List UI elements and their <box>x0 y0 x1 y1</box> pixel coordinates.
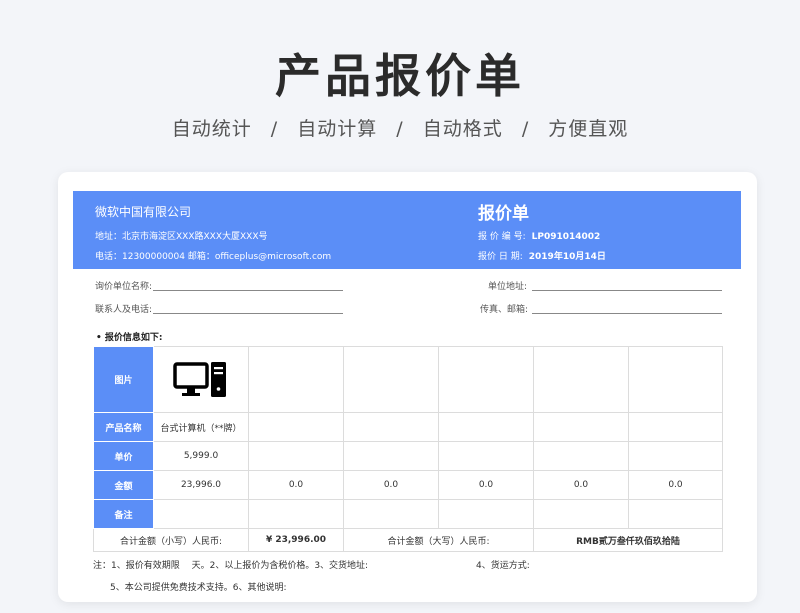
section-label: • 报价信息如下: <box>96 333 163 343</box>
table-cell[interactable] <box>628 499 723 529</box>
table-cell[interactable] <box>438 441 534 471</box>
unit-address-label: 单位地址: <box>488 282 528 292</box>
table-cell[interactable] <box>628 346 723 413</box>
fax-email-label: 传真、邮箱: <box>480 305 529 315</box>
quote-sheet: 微软中国有限公司 地址：北京市海淀区XXX路XXX大厦XXX号 电话：12300… <box>58 172 757 602</box>
contact-phone-label: 联系人及电话: <box>95 305 153 315</box>
quote-number-label: 报 价 编 号: <box>478 232 526 242</box>
table-row: 图片 <box>93 346 723 413</box>
row-label-product: 产品名称 <box>93 412 154 442</box>
amount-cell[interactable]: 0.0 <box>343 470 439 500</box>
table-cell[interactable] <box>343 441 439 471</box>
quote-table: 图片 产品名称 台式计算机（**牌） 单价 5,999.0 金额 23,996.… <box>93 346 723 552</box>
inquiry-unit-field[interactable] <box>153 290 343 291</box>
table-cell[interactable] <box>343 346 439 413</box>
computer-icon <box>153 346 249 413</box>
table-cell[interactable] <box>248 412 344 442</box>
table-row: 单价 5,999.0 <box>93 441 723 471</box>
total-lower-value: ¥ 23,996.00 <box>248 528 344 552</box>
table-cell[interactable] <box>248 441 344 471</box>
unit-price-cell[interactable]: 5,999.0 <box>153 441 249 471</box>
tag-auto-calc: 自动计算 <box>297 118 378 140</box>
tag-separator: / <box>270 118 279 140</box>
total-upper-value: RMB贰万叁仟玖佰玖拾陆 <box>533 528 723 552</box>
quote-number: 报 价 编 号: LP091014002 <box>478 229 600 242</box>
page-title: 产品报价单 <box>275 49 525 103</box>
document-title: 报价单 <box>478 204 529 224</box>
table-cell[interactable] <box>248 346 344 413</box>
total-upper-label: 合计金额（大写）人民币: <box>343 528 534 552</box>
quote-date: 报价 日 期: 2019年10月14日 <box>478 249 606 262</box>
table-cell[interactable] <box>343 499 439 529</box>
table-cell[interactable] <box>438 346 534 413</box>
quote-header-banner: 微软中国有限公司 地址：北京市海淀区XXX路XXX大厦XXX号 电话：12300… <box>73 191 741 269</box>
table-row: 金额 23,996.0 0.0 0.0 0.0 0.0 0.0 <box>93 470 723 500</box>
notes-line-1: 注：1、报价有效期限 天。2、以上报价为含税价格。3、交货地址: <box>93 561 369 571</box>
tag-auto-format: 自动格式 <box>422 118 503 140</box>
notes-line-2: 5、本公司提供免费技术支持。6、其他说明: <box>110 583 287 593</box>
tag-separator: / <box>396 118 404 140</box>
row-label-remark: 备注 <box>93 499 154 529</box>
table-cell[interactable] <box>533 346 629 413</box>
table-cell[interactable] <box>343 412 439 442</box>
amount-cell[interactable]: 0.0 <box>248 470 344 500</box>
tag-separator: / <box>521 118 530 140</box>
product-name-cell[interactable]: 台式计算机（**牌） <box>153 412 249 442</box>
company-name: 微软中国有限公司 <box>95 205 192 219</box>
quote-date-label: 报价 日 期: <box>478 252 523 262</box>
table-cell[interactable] <box>438 499 534 529</box>
row-label-image: 图片 <box>93 346 154 413</box>
inquiry-unit-label: 询价单位名称: <box>95 282 153 292</box>
unit-address-field[interactable] <box>532 290 722 291</box>
table-cell[interactable] <box>628 441 723 471</box>
row-label-price: 单价 <box>93 441 154 471</box>
total-lower-label: 合计金额（小写）人民币: <box>93 528 249 552</box>
company-contact: 电话：12300000004 邮箱：officeplus@microsoft.c… <box>95 252 332 262</box>
amount-cell[interactable]: 0.0 <box>438 470 534 500</box>
table-cell[interactable] <box>628 412 723 442</box>
fax-email-field[interactable] <box>532 313 722 314</box>
company-address: 地址：北京市海淀区XXX路XXX大厦XXX号 <box>95 232 268 242</box>
quote-date-value[interactable]: 2019年10月14日 <box>529 252 606 262</box>
feature-tags: 自动统计 / 自动计算 / 自动格式 / 方便直观 <box>0 114 800 141</box>
amount-cell[interactable]: 23,996.0 <box>153 470 249 500</box>
notes-shipping: 4、货运方式: <box>476 561 530 571</box>
table-cell[interactable] <box>533 441 629 471</box>
row-label-amount: 金额 <box>93 470 154 500</box>
total-row: 合计金额（小写）人民币: ¥ 23,996.00 合计金额（大写）人民币: RM… <box>93 528 723 552</box>
table-row: 备注 <box>93 499 723 529</box>
table-cell[interactable] <box>438 412 534 442</box>
table-cell[interactable] <box>153 499 249 529</box>
table-cell[interactable] <box>533 499 629 529</box>
contact-phone-field[interactable] <box>153 313 343 314</box>
table-cell[interactable] <box>533 412 629 442</box>
quote-number-value[interactable]: LP091014002 <box>532 232 601 242</box>
tag-auto-stats: 自动统计 <box>171 118 252 140</box>
table-cell[interactable] <box>248 499 344 529</box>
tag-intuitive: 方便直观 <box>548 118 629 140</box>
amount-cell[interactable]: 0.0 <box>628 470 723 500</box>
table-row: 产品名称 台式计算机（**牌） <box>93 412 723 442</box>
amount-cell[interactable]: 0.0 <box>533 470 629 500</box>
